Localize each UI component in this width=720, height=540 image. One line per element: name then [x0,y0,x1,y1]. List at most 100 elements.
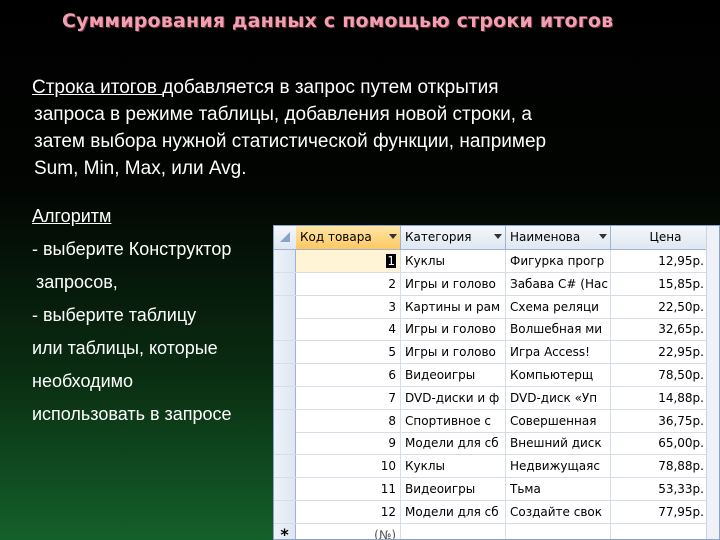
table-cell-category[interactable]: Игры и голово [401,341,506,364]
table-cell-price[interactable]: 78,88р. [611,455,709,478]
row-selector[interactable] [274,295,296,318]
cell-value: Фигурка прогр [510,254,605,268]
table-cell-name[interactable]: Внешний диск [506,432,611,455]
row-selector[interactable] [274,455,296,478]
table-cell-category[interactable]: Игры и голово [401,318,506,341]
new-record-cell[interactable] [506,523,611,539]
cell-value: 78,88р. [658,459,704,474]
cell-value: Создайте свок [510,504,602,519]
table-cell-price[interactable]: 78,50р. [611,364,709,386]
table-cell-name[interactable]: Недвижущаяс [506,455,611,478]
table-cell-category[interactable]: Модели для сб [401,500,506,523]
table-row[interactable]: 12 Модели для сб Создайте свок 77,95р. [274,500,719,524]
table-row[interactable]: 11 Видеоигры Тьма 53,33р. [274,478,719,501]
table-cell-category[interactable]: Картины и рам [401,295,506,318]
slide-title: Суммирования данных с помощью строки ито… [62,10,614,32]
new-record-cell[interactable] [401,523,506,539]
table-row[interactable]: 7 DVD-диски и ф DVD-диск «Уп 14,88р. [274,386,719,410]
table-cell-price[interactable]: 32,65р. [611,318,709,341]
select-all-corner[interactable] [274,226,297,249]
table-cell-id[interactable]: 11 [296,478,401,500]
table-cell-category[interactable]: Куклы [401,455,506,478]
row-selector[interactable] [274,478,296,500]
row-selector[interactable] [274,272,296,295]
cell-value: Куклы [405,254,446,268]
row-selector[interactable] [274,250,296,272]
table-cell-price[interactable]: 12,95р. [611,250,709,272]
table-cell-id[interactable]: 3 [296,295,401,318]
table-cell-name[interactable]: Компьютерщ [506,364,611,386]
dropdown-arrow-icon[interactable] [599,234,607,239]
table-cell-name[interactable]: Фигурка прогр [506,250,611,272]
row-selector[interactable] [274,500,296,523]
new-record-icon[interactable]: * [274,523,296,539]
table-cell-price[interactable]: 36,75р. [611,409,709,432]
cell-value: Схема реляци [510,299,599,314]
table-cell-category[interactable]: DVD-диски и ф [401,386,506,409]
table-cell-name[interactable]: Забава C# (Нас [506,272,611,295]
table-cell-category[interactable]: Видеоигры [401,364,506,386]
table-cell-category[interactable]: Игры и голово [401,272,506,295]
cell-value: DVD-диск «Уп [510,390,598,405]
table-row[interactable]: 8 Спортивное с Совершенная 36,75р. [274,409,719,433]
table-row[interactable]: 4 Игры и голово Волшебная ми 32,65р. [274,318,719,342]
table-cell-price[interactable]: 22,95р. [611,341,709,364]
table-cell-name[interactable]: Создайте свок [506,500,611,523]
table-cell-price[interactable]: 22,50р. [611,295,709,318]
table-header: Код товара Категория Наименова Цена [274,226,719,250]
column-header-name[interactable]: Наименова [506,226,611,249]
row-selector[interactable] [274,386,296,409]
row-selector[interactable] [274,318,296,341]
cell-value: Компьютерщ [510,368,594,382]
table-cell-name[interactable]: Волшебная ми [506,318,611,341]
table-cell-price[interactable]: 65,00р. [611,432,709,455]
table-row[interactable]: 9 Модели для сб Внешний диск 65,00р. [274,432,719,456]
new-record-cell[interactable] [611,523,709,539]
table-cell-price[interactable]: 77,95р. [611,500,709,523]
row-selector[interactable] [274,341,296,364]
new-record-id-cell[interactable]: (№) [296,523,401,539]
table-cell-id[interactable]: 6 [296,364,401,386]
table-row[interactable]: 2 Игры и голово Забава C# (Нас 15,85р. [274,272,719,296]
table-cell-name[interactable]: Совершенная [506,409,611,432]
table-cell-price[interactable]: 53,33р. [611,478,709,500]
new-record-row[interactable]: * (№) [274,523,719,539]
table-row[interactable]: 1 Куклы Фигурка прогр 12,95р. [274,250,719,273]
table-cell-price[interactable]: 15,85р. [611,272,709,295]
table-row[interactable]: 6 Видеоигры Компьютерщ 78,50р. [274,364,719,387]
column-header-category[interactable]: Категория [401,226,506,249]
table-row[interactable]: 10 Куклы Недвижущаяс 78,88р. [274,455,719,479]
table-cell-id[interactable]: 10 [296,455,401,478]
vertical-scrollbar[interactable] [706,226,719,539]
table-row[interactable]: 5 Игры и голово Игра Access! 22,95р. [274,341,719,365]
table-cell-id[interactable]: 8 [296,409,401,432]
cell-value: Спортивное с [405,413,492,428]
table-cell-name[interactable]: Тьма [506,478,611,500]
table-cell-id[interactable]: 2 [296,272,401,295]
table-cell-category[interactable]: Видеоигры [401,478,506,500]
row-selector[interactable] [274,409,296,432]
table-cell-id[interactable]: 1 [296,250,401,272]
cell-value: 11 [380,482,396,496]
table-cell-category[interactable]: Куклы [401,250,506,272]
table-cell-id[interactable]: 5 [296,341,401,364]
table-cell-name[interactable]: DVD-диск «Уп [506,386,611,409]
table-cell-id[interactable]: 4 [296,318,401,341]
row-selector[interactable] [274,364,296,386]
table-cell-name[interactable]: Схема реляци [506,295,611,318]
column-header-id[interactable]: Код товара [296,226,401,249]
table-cell-id[interactable]: 9 [296,432,401,455]
table-cell-id[interactable]: 7 [296,386,401,409]
cell-value: DVD-диски и ф [405,390,500,405]
dropdown-arrow-icon[interactable] [389,234,397,239]
column-header-price[interactable]: Цена [611,226,719,249]
table-cell-name[interactable]: Игра Access! [506,341,611,364]
table-cell-category[interactable]: Модели для сб [401,432,506,455]
table-cell-category[interactable]: Спортивное с [401,409,506,432]
column-header-label: Код товара [300,230,372,244]
table-row[interactable]: 3 Картины и рам Схема реляци 22,50р. [274,295,719,319]
dropdown-arrow-icon[interactable] [494,234,502,239]
table-cell-id[interactable]: 12 [296,500,401,523]
table-cell-price[interactable]: 14,88р. [611,386,709,409]
row-selector[interactable] [274,432,296,455]
